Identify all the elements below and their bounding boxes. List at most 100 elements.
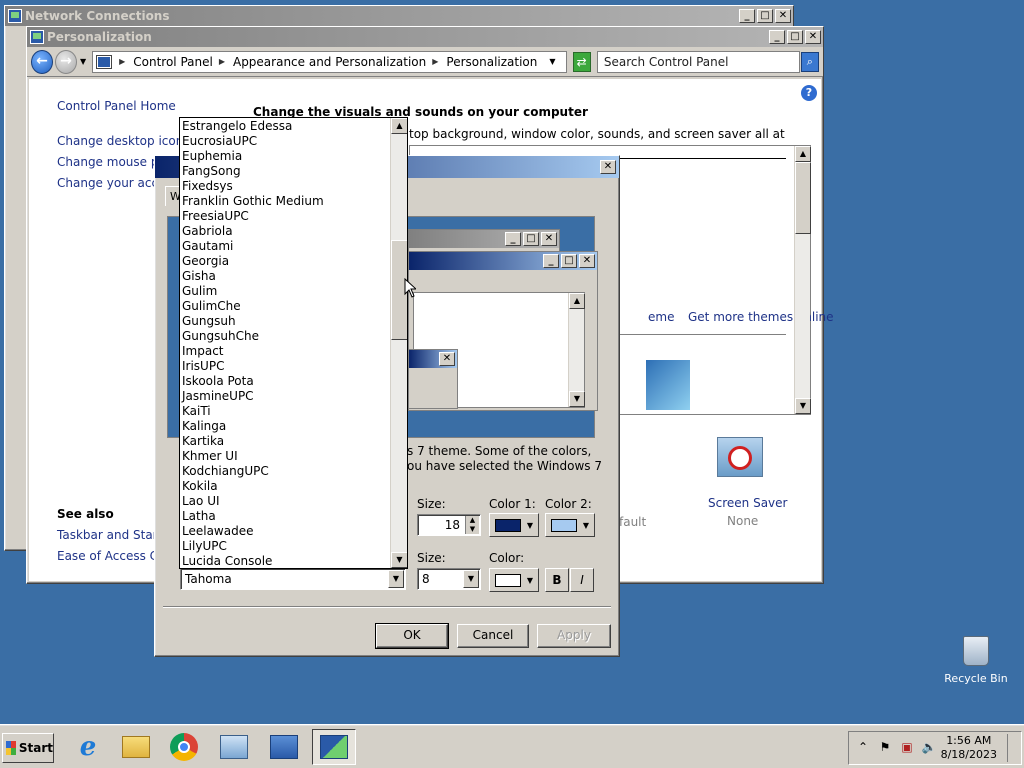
font-option[interactable]: KodchiangUPC [180,464,390,479]
font-option[interactable]: Georgia [180,254,390,269]
minimize-button[interactable]: _ [739,9,755,23]
maximize-button[interactable]: □ [757,9,773,23]
forward-arrow-icon[interactable]: → [54,49,77,74]
font-option[interactable]: Kartika [180,434,390,449]
dropdown-arrow-icon[interactable]: ▼ [388,570,404,588]
font-option[interactable]: Franklin Gothic Medium [180,194,390,209]
apply-button[interactable]: Apply [537,624,611,648]
close-button[interactable]: ✕ [805,30,821,44]
font-option[interactable]: Kalinga [180,419,390,434]
theme-thumbnail[interactable] [646,360,690,410]
font-select[interactable]: Tahoma ▼ [180,568,406,590]
font-option[interactable]: Lucida Console [180,554,390,568]
font-option[interactable]: FangSong [180,164,390,179]
font-size-select[interactable]: 8 ▼ [417,568,481,590]
font-option[interactable]: KaiTi [180,404,390,419]
font-list-scrollbar[interactable]: ▲ ▼ [390,118,407,568]
scroll-down-icon[interactable]: ▼ [391,552,407,568]
start-button[interactable]: Start [2,733,54,763]
font-option[interactable]: EucrosiaUPC [180,134,390,149]
breadcrumb-item[interactable]: Control Panel [133,55,213,69]
font-option[interactable]: FreesiaUPC [180,209,390,224]
font-option[interactable]: Khmer UI [180,449,390,464]
save-theme-link[interactable]: eme [648,310,674,324]
chevron-right-icon[interactable]: ▶ [432,57,438,66]
network-status-icon[interactable]: ▣ [899,740,915,756]
font-color-swatch [495,574,521,587]
show-hidden-icons-chevron-icon[interactable]: ⌃ [855,740,871,756]
taskbar-personalization[interactable] [312,729,356,765]
font-option[interactable]: Gulim [180,284,390,299]
font-option[interactable]: Leelawadee [180,524,390,539]
bold-button[interactable]: B [545,568,569,592]
address-bar[interactable]: ▶ Control Panel ▶ Appearance and Persona… [92,50,567,73]
control-panel-home-link[interactable]: Control Panel Home [57,99,176,113]
italic-button[interactable]: I [570,568,594,592]
font-option[interactable]: Gautami [180,239,390,254]
font-option[interactable]: Iskoola Pota [180,374,390,389]
dropdown-arrow-icon[interactable]: ▼ [463,570,479,588]
breadcrumb-item[interactable]: Personalization [446,55,537,69]
font-option[interactable]: Gisha [180,269,390,284]
font-option[interactable]: LilyUPC [180,539,390,554]
font-option[interactable]: Kokila [180,479,390,494]
recycle-bin-desktop-icon[interactable]: Recycle Bin [944,636,1008,685]
font-option[interactable]: JasmineUPC [180,389,390,404]
scrollbar-thumb[interactable] [795,162,811,234]
close-button[interactable]: ✕ [775,9,791,23]
show-desktop-button[interactable] [1007,734,1019,762]
font-option[interactable]: Gungsuh [180,314,390,329]
taskbar-chrome[interactable] [162,729,206,765]
scroll-up-icon[interactable]: ▲ [391,118,407,134]
screen-saver-icon[interactable] [717,437,763,477]
back-arrow-icon[interactable]: ← [31,49,53,74]
font-option[interactable]: GungsuhChe [180,329,390,344]
font-color-picker[interactable]: ▼ [489,568,539,592]
search-input[interactable]: Search Control Panel [596,50,800,73]
help-icon[interactable]: ? [801,85,817,101]
font-option[interactable]: Euphemia [180,149,390,164]
font-option[interactable]: IrisUPC [180,359,390,374]
taskbar-internet-explorer[interactable]: e [66,729,110,765]
cancel-button[interactable]: Cancel [457,624,529,648]
maximize-button[interactable]: □ [787,30,803,44]
recent-pages-chevron-icon[interactable]: ▼ [80,57,86,66]
theme-list-scrollbar[interactable]: ▲ ▼ [794,146,811,414]
font-dropdown-list[interactable]: Estrangelo Edessa EucrosiaUPC Euphemia Fang… [179,117,408,569]
stepper-arrows-icon[interactable]: ▲ ▼ [465,516,479,534]
personalization-titlebar[interactable]: Personalization _ □ ✕ [27,27,823,47]
change-desktop-icons-link[interactable]: Change desktop icons [57,134,190,148]
scroll-up-icon[interactable]: ▲ [795,146,811,162]
address-dropdown-icon[interactable]: ▼ [549,57,555,66]
chevron-right-icon[interactable]: ▶ [119,57,125,66]
taskbar-network-connections[interactable] [212,729,256,765]
font-option[interactable]: Fixedsys [180,179,390,194]
color2-picker[interactable]: ▼ [545,513,595,537]
search-icon[interactable]: ⌕ [800,51,820,72]
font-option[interactable]: Lao UI [180,494,390,509]
font-size-label: Size: [417,551,446,565]
chevron-right-icon[interactable]: ▶ [219,57,225,66]
item-size-stepper[interactable]: 18 ▲ ▼ [417,514,481,536]
ok-button[interactable]: OK [375,623,449,649]
color1-picker[interactable]: ▼ [489,513,539,537]
mouse-cursor-icon [404,278,416,298]
taskbar-file-explorer[interactable] [114,729,158,765]
minimize-button[interactable]: _ [769,30,785,44]
get-more-themes-link[interactable]: Get more themes online [688,310,834,324]
close-button[interactable]: ✕ [600,160,616,174]
font-option[interactable]: GulimChe [180,299,390,314]
refresh-icon[interactable]: ⇄ [572,51,591,72]
font-option[interactable]: Gabriola [180,224,390,239]
breadcrumb-item[interactable]: Appearance and Personalization [233,55,426,69]
taskbar-control-panel[interactable] [262,729,306,765]
font-option[interactable]: Latha [180,509,390,524]
action-center-flag-icon[interactable]: ⚑ [877,740,893,756]
font-option[interactable]: Impact [180,344,390,359]
screen-saver-link[interactable]: Screen Saver [708,496,787,510]
font-option[interactable]: Estrangelo Edessa [180,119,390,134]
volume-icon[interactable]: 🔈 [921,740,937,756]
network-connections-titlebar[interactable]: Network Connections _ □ ✕ [5,6,793,26]
clock[interactable]: 1:56 AM 8/18/2023 [941,734,997,762]
scroll-down-icon[interactable]: ▼ [795,398,811,414]
